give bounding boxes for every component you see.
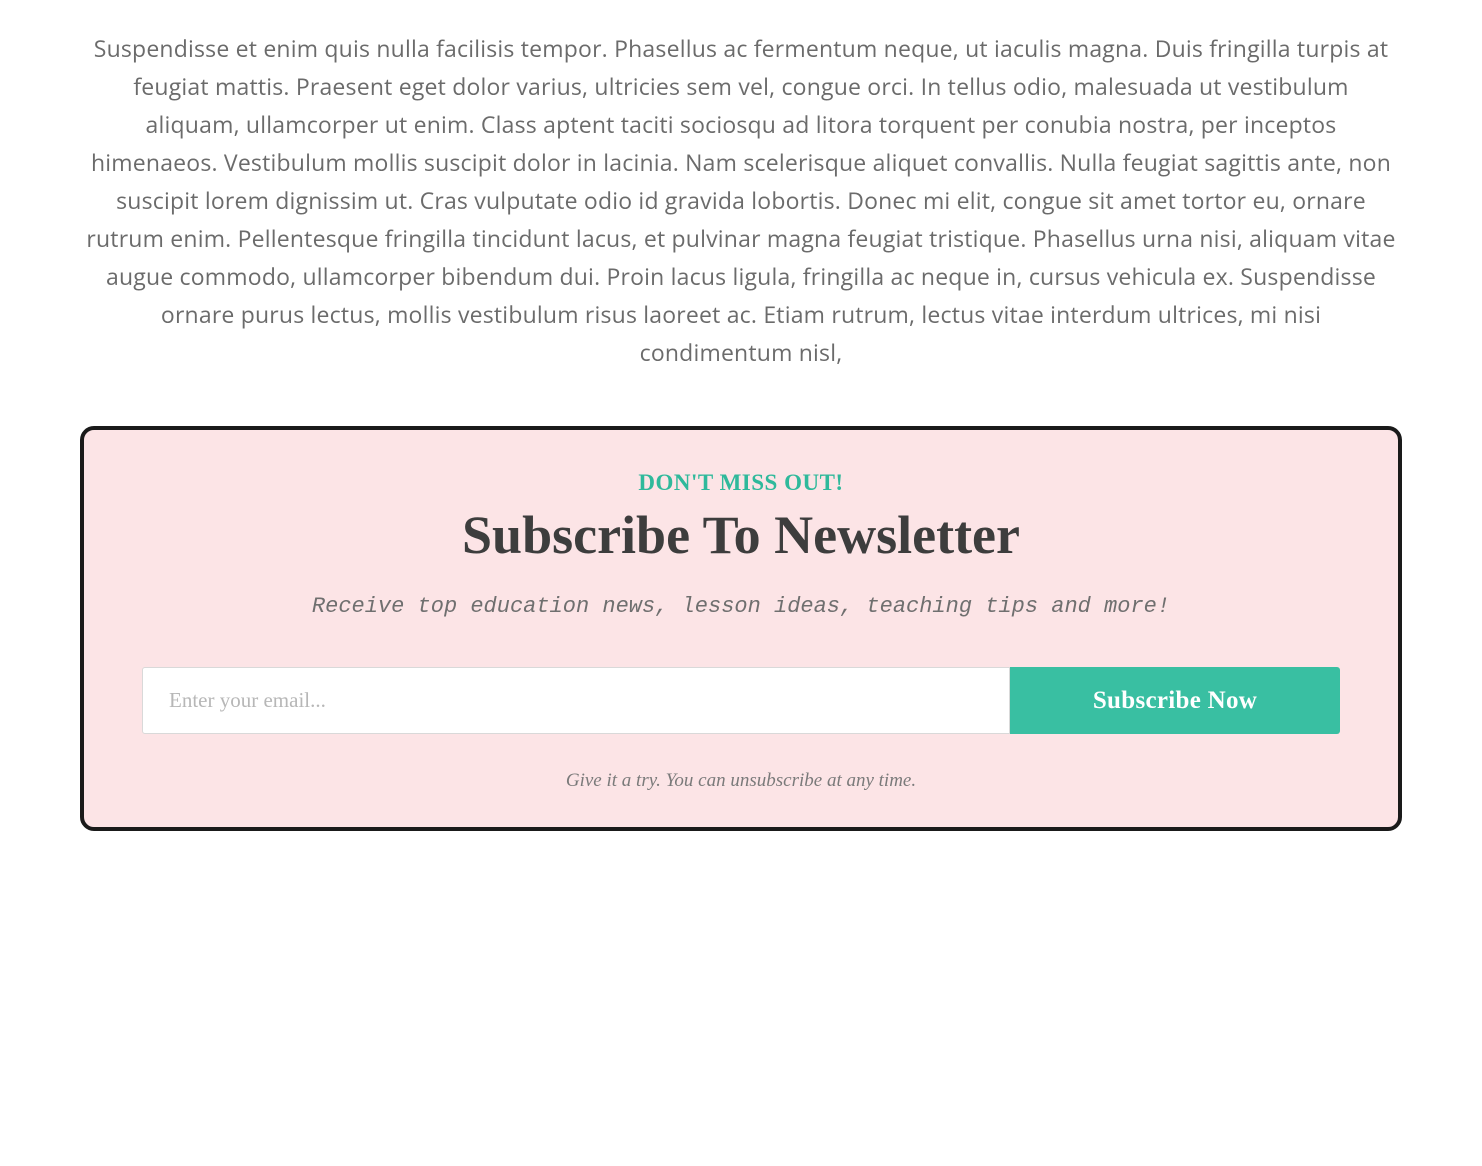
- article-body: Suspendisse et enim quis nulla facilisis…: [80, 30, 1402, 371]
- email-field[interactable]: [142, 667, 1010, 734]
- newsletter-footnote: Give it a try. You can unsubscribe at an…: [134, 770, 1348, 792]
- newsletter-subtitle: Receive top education news, lesson ideas…: [134, 594, 1348, 619]
- newsletter-box: DON'T MISS OUT! Subscribe To Newsletter …: [80, 426, 1402, 831]
- subscribe-button[interactable]: Subscribe Now: [1010, 667, 1340, 734]
- newsletter-form-row: Subscribe Now: [134, 667, 1348, 734]
- newsletter-eyebrow: DON'T MISS OUT!: [134, 470, 1348, 496]
- newsletter-title: Subscribe To Newsletter: [134, 504, 1348, 566]
